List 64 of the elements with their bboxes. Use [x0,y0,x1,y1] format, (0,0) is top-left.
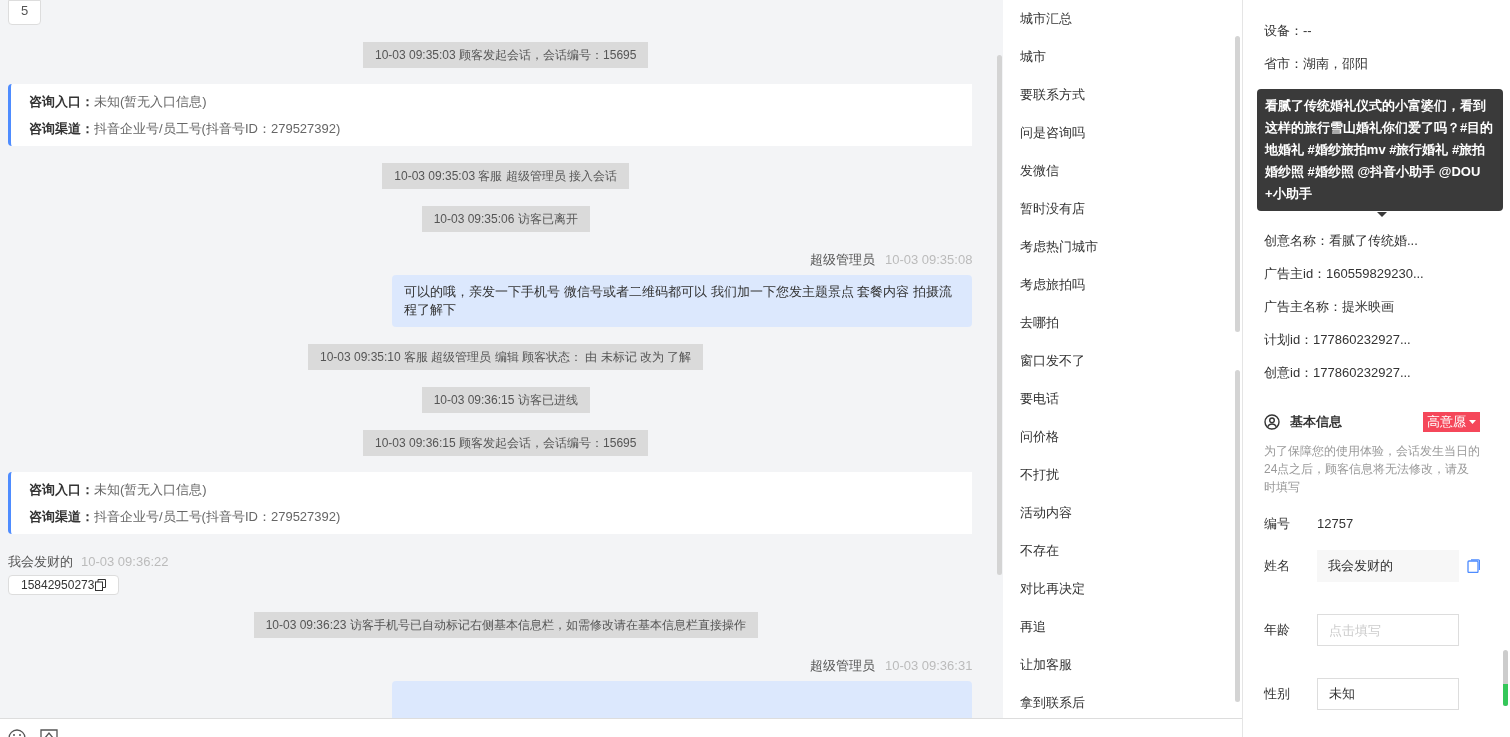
system-notice: 10-03 09:35:10 客服 超级管理员 编辑 顾客状态： 由 未标记 改为 了解 [308,344,704,370]
message-time: 10-03 09:36:31 [884,658,973,674]
entry-info-line: 咨询入口：未知(暂无入口信息) [29,93,208,111]
quick-reply-item[interactable]: 让加客服 [1020,646,1073,684]
quick-reply-item[interactable]: 去哪拍 [1020,304,1060,342]
field-label: 姓名 [1264,557,1291,576]
caret-icon [1469,420,1476,424]
system-notice: 10-03 09:35:06 访客已离开 [421,206,590,232]
scrollbar-thumb [1503,650,1508,706]
emoji-icon[interactable] [8,729,26,737]
detail-field: 创意id：177860232927... [1264,356,1411,389]
quick-reply-item[interactable]: 发微信 [1020,152,1060,190]
name-field[interactable]: 我会发财的 [1317,550,1459,582]
input-field[interactable]: 未知 [1317,678,1459,710]
sender-name: 超级管理员 [809,252,875,268]
user-icon [1264,414,1280,430]
quick-reply-item[interactable]: 要联系方式 [1020,76,1086,114]
quick-reply-item[interactable]: 问价格 [1020,418,1060,456]
system-notice: 10-03 09:36:15 顾客发起会话，会话编号：15695 [362,430,649,456]
detail-field: 省市：湖南，邵阳 [1264,47,1368,80]
quick-reply-item[interactable]: 对比再决定 [1020,570,1086,608]
quick-reply-item[interactable]: 活动内容 [1020,494,1073,532]
field-label: 性别 [1264,685,1291,704]
detail-field: 设备：-- [1264,14,1312,47]
detail-field: 广告主id：160559829230... [1264,257,1424,290]
section-title: 基本信息 [1290,413,1342,432]
quick-reply-item[interactable]: 考虑热门城市 [1020,228,1099,266]
system-notice: 10-03 09:35:03 客服 超级管理员 接入会话 [382,163,630,189]
sender-name: 超级管理员 [809,658,875,674]
quick-reply-item[interactable]: 考虑旅拍吗 [1020,266,1086,304]
copy-icon[interactable] [95,579,107,591]
quick-reply-item[interactable]: 再追 [1020,608,1047,646]
tooltip-arrow [1377,212,1387,217]
tooltip: 看腻了传统婚礼仪式的小富婆们，看到这样的旅行雪山婚礼你们爱了吗？#目的地婚礼 #婚纱旅拍mv #旅行婚礼 #旅拍婚纱照 #婚纱照 @抖音小助手 @DOU+小助手 [1257,89,1503,211]
quick-reply-item[interactable]: 城市 [1020,38,1047,76]
image-icon[interactable] [40,729,58,737]
phone-message: 15842950273 [8,575,120,595]
quick-reply-item[interactable]: 不存在 [1020,532,1060,570]
message-time: 10-03 09:36:22 [81,554,169,570]
message-time: 10-03 09:35:08 [884,252,973,268]
field-value: 12757 [1317,515,1354,534]
detail-field: 广告主名称：提米映画 [1264,290,1394,323]
sender-name: 我会发财的 [8,554,73,570]
system-notice: 10-03 09:36:15 访客已进线 [421,387,590,413]
message-bubble: 可以的哦，亲发一下手机号 微信号或者二维码都可以 我们加一下您发主题景点 套餐内容 拍摄流程了解下 [392,275,973,327]
quick-reply-item[interactable]: 不打扰 [1020,456,1060,494]
notice-text: 为了保障您的使用体验，会话发生当日的24点之后，顾客信息将无法修改，请及时填写 [1264,443,1480,496]
entry-info-line: 咨询渠道：抖音企业号/员工号(抖音号ID：279527392) [29,508,342,526]
quick-reply-item[interactable]: 窗口发不了 [1020,342,1086,380]
quick-reply-item[interactable]: 暂时没有店 [1020,190,1086,228]
quick-reply-item[interactable]: 城市汇总 [1020,0,1073,38]
quick-reply-item[interactable]: 拿到联系后 [1020,684,1086,718]
quick-reply-item[interactable]: 问是咨询吗 [1020,114,1086,152]
system-notice: 10-03 09:36:23 访客手机号已自动标记右侧基本信息栏，如需修改请在基本信息栏直接操作 [253,612,758,638]
page-number[interactable]: 5 [8,0,41,25]
entry-info-line: 咨询入口：未知(暂无入口信息) [29,481,208,499]
entry-info-line: 咨询渠道：抖音企业号/员工号(抖音号ID：279527392) [29,120,342,138]
field-label: 编号 [1264,515,1291,534]
system-notice: 10-03 09:35:03 顾客发起会话，会话编号：15695 [362,42,649,68]
detail-field: 创意名称：看腻了传统婚... [1264,224,1418,257]
detail-field: 计划id：177860232927... [1264,323,1411,356]
field-label: 年龄 [1264,621,1291,640]
intent-dropdown[interactable]: 高意愿 [1423,412,1480,432]
quick-reply-item[interactable]: 要电话 [1020,380,1060,418]
